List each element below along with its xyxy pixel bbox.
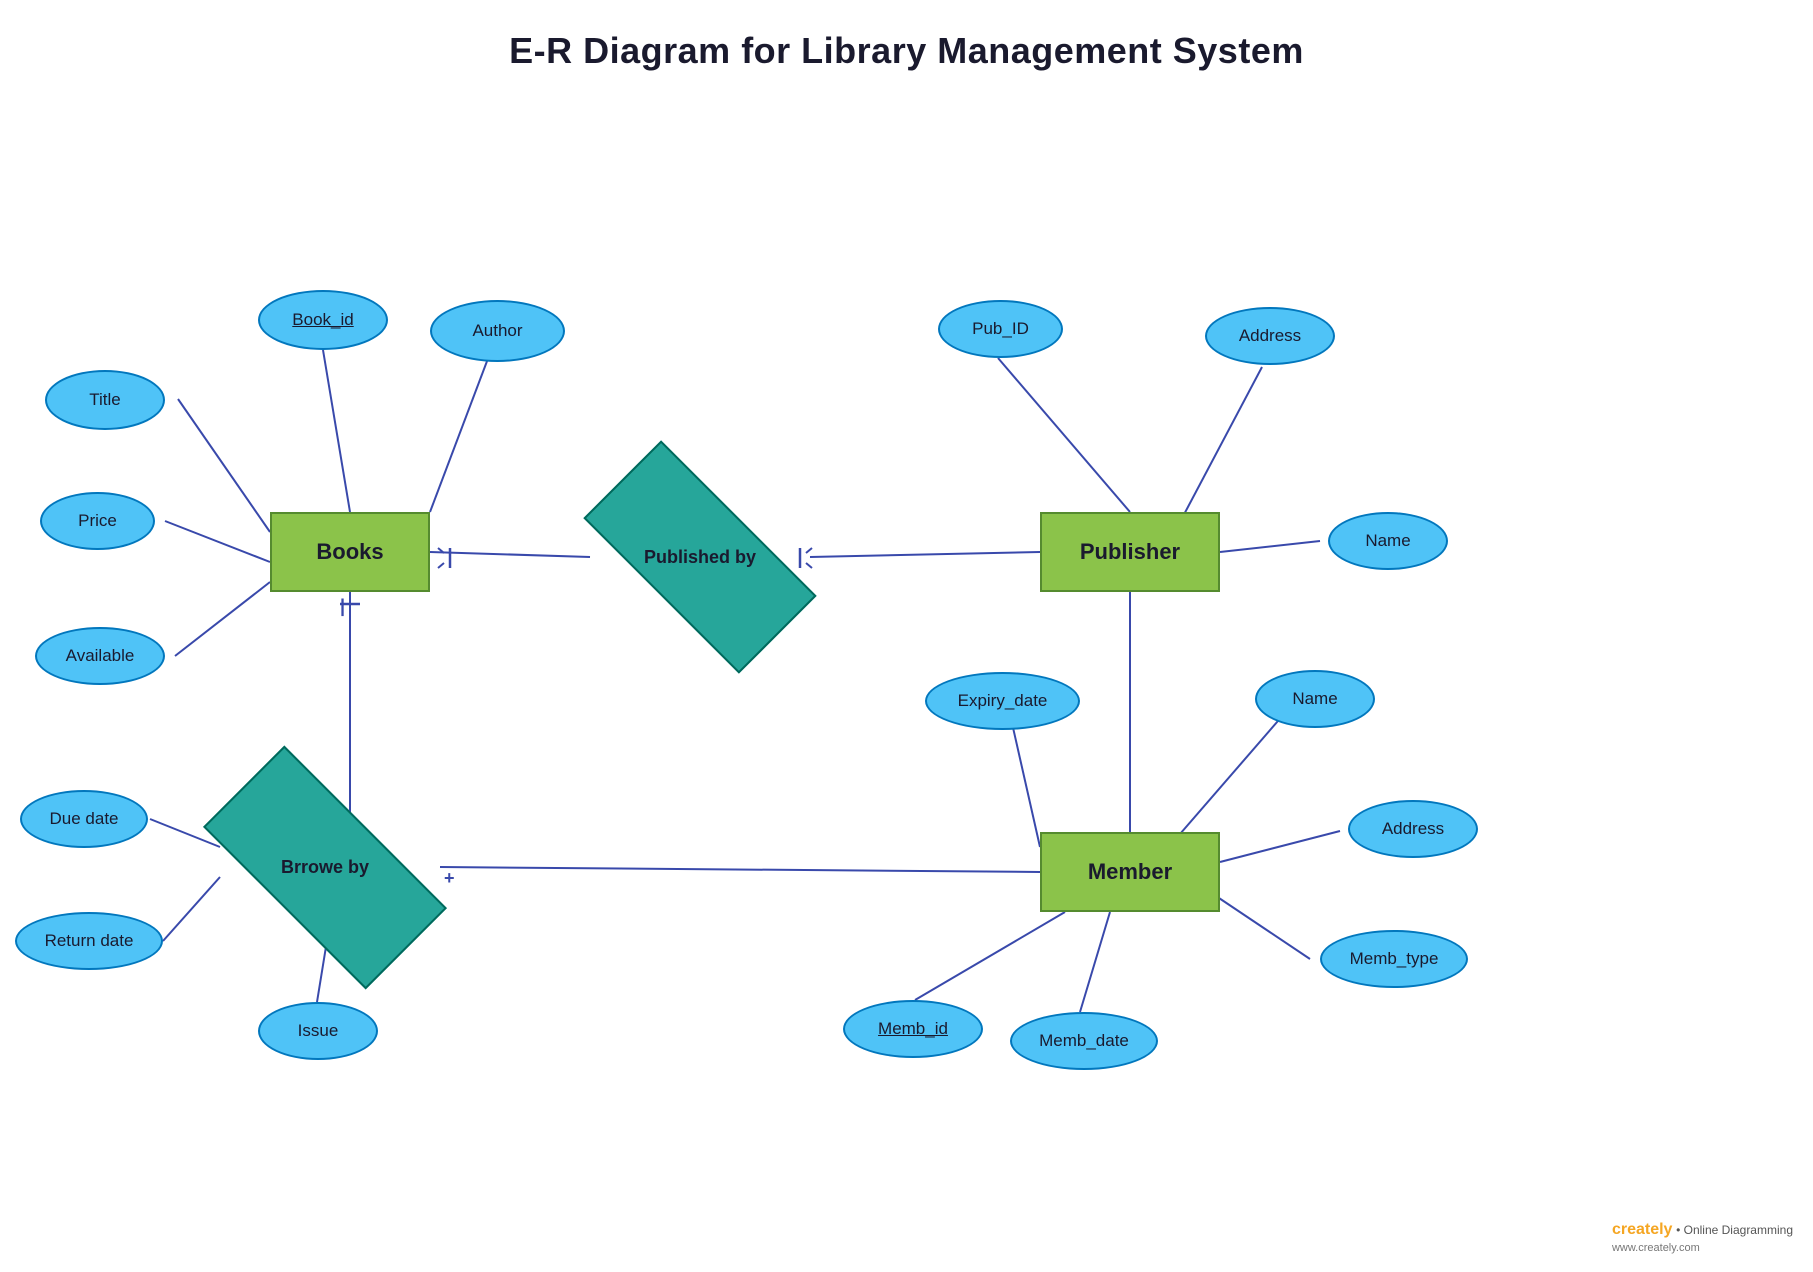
- entity-books: Books: [270, 512, 430, 592]
- attr-price: Price: [40, 492, 155, 550]
- entity-publisher: Publisher: [1040, 512, 1220, 592]
- relationship-brrowe-by: Brrowe by: [210, 810, 440, 925]
- attr-author: Author: [430, 300, 565, 362]
- watermark: creately • Online Diagramming www.create…: [1612, 1221, 1793, 1254]
- attr-issue: Issue: [258, 1002, 378, 1060]
- attr-name-mem: Name: [1255, 670, 1375, 728]
- relationship-published-by: Published by: [590, 502, 810, 612]
- attr-pub-id: Pub_ID: [938, 300, 1063, 358]
- entity-member: Member: [1040, 832, 1220, 912]
- attr-memb-type: Memb_type: [1320, 930, 1468, 988]
- attr-return-date: Return date: [15, 912, 163, 970]
- attr-expiry-date: Expiry_date: [925, 672, 1080, 730]
- attr-memb-id: Memb_id: [843, 1000, 983, 1058]
- attr-address-mem: Address: [1348, 800, 1478, 858]
- page-title: E-R Diagram for Library Management Syste…: [0, 0, 1813, 72]
- attr-book-id: Book_id: [258, 290, 388, 350]
- diagram-container: + | Books Publisher Member Published by …: [0, 72, 1813, 1272]
- svg-text:|: |: [340, 596, 345, 616]
- attr-available: Available: [35, 627, 165, 685]
- attr-address-pub: Address: [1205, 307, 1335, 365]
- attr-memb-date: Memb_date: [1010, 1012, 1158, 1070]
- attr-due-date: Due date: [20, 790, 148, 848]
- attr-name-pub: Name: [1328, 512, 1448, 570]
- svg-text:+: +: [444, 868, 455, 888]
- attr-title: Title: [45, 370, 165, 430]
